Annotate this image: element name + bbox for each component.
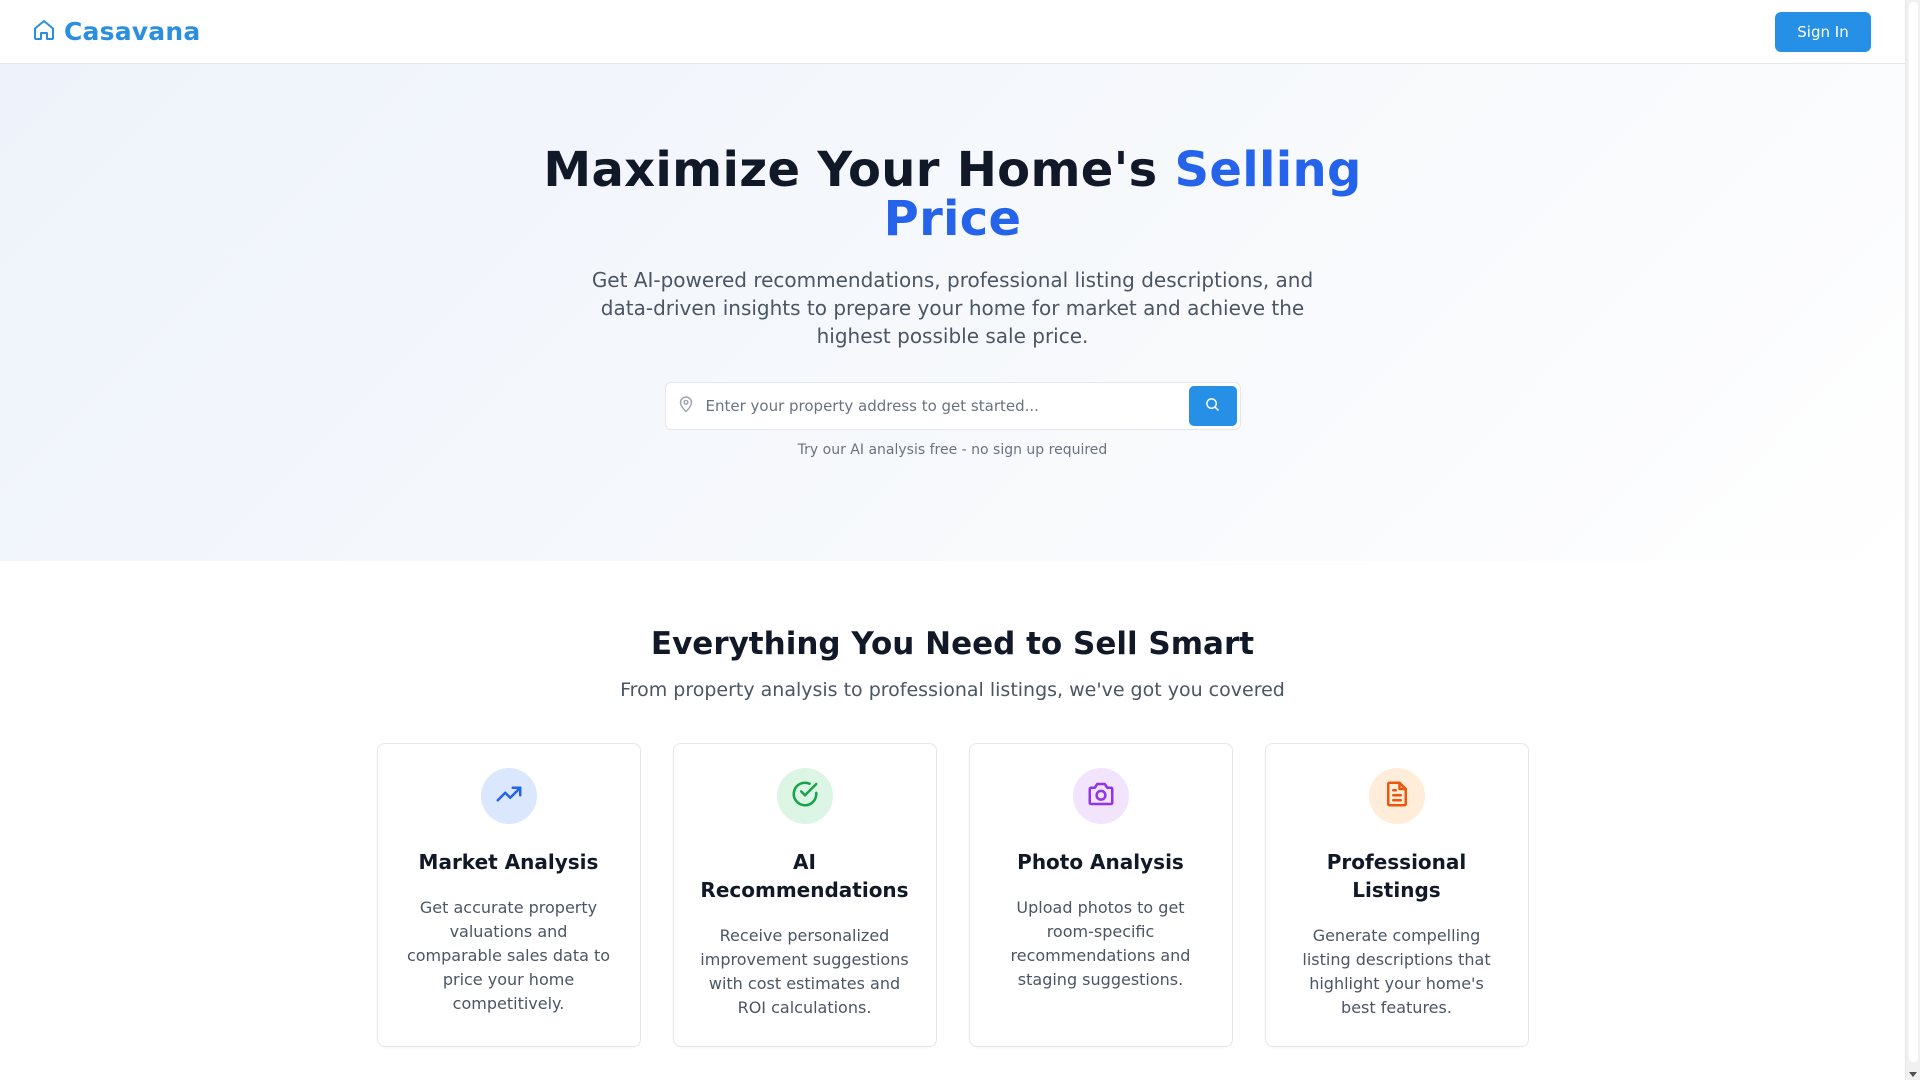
features-heading: Everything You Need to Sell Smart	[650, 626, 1255, 662]
sign-in-button[interactable]: Sign In	[1775, 11, 1871, 52]
features-section: Everything You Need to Sell Smart From p…	[0, 561, 1905, 1047]
page: Casavana Sign In Maximize Your Home's Se…	[0, 0, 1905, 1080]
feature-card-ai-recommendations: AI Recommendations Receive personalized …	[672, 743, 937, 1047]
feature-title: Photo Analysis	[1017, 850, 1184, 874]
feature-title: Professional Listings	[1326, 850, 1467, 902]
free-trial-hint: Try our AI analysis free - no sign up re…	[797, 442, 1108, 458]
feature-icon-bg	[480, 768, 537, 824]
hero-section: Maximize Your Home's Selling Price Get A…	[0, 64, 1905, 561]
camera-icon	[1086, 779, 1116, 813]
feature-card-photo-analysis: Photo Analysis Upload photos to get room…	[968, 743, 1233, 1047]
address-input[interactable]	[665, 383, 1166, 429]
hero-subtitle: Get AI-powered recommendations, professi…	[591, 268, 1314, 348]
feature-icon-bg	[1368, 768, 1425, 824]
feature-icon-bg	[776, 768, 833, 824]
feature-card-market-analysis: Market Analysis Get accurate property va…	[376, 743, 641, 1047]
feature-description: Receive personalized improvement suggest…	[700, 926, 909, 1017]
page-scrollbar[interactable]	[1905, 0, 1920, 1080]
feature-description: Generate compelling listing descriptions…	[1302, 926, 1491, 1017]
trending-up-icon	[494, 779, 524, 813]
top-nav: Casavana Sign In	[0, 0, 1905, 64]
feature-icon-bg	[1072, 768, 1129, 824]
feature-description: Upload photos to get room-specific recom…	[1010, 898, 1191, 989]
document-icon	[1382, 779, 1412, 813]
search-icon	[1205, 397, 1220, 415]
check-circle-icon	[790, 779, 820, 813]
hero-title: Maximize Your Home's Selling Price	[533, 146, 1373, 244]
address-search	[664, 382, 1241, 430]
brand-logo[interactable]: Casavana	[32, 17, 200, 46]
scroll-down-arrow-icon[interactable]	[1909, 1072, 1917, 1077]
feature-cards: Market Analysis Get accurate property va…	[0, 743, 1905, 1047]
brand-name: Casavana	[64, 17, 201, 46]
feature-description: Get accurate property valuations and com…	[406, 898, 611, 1013]
map-pin-icon	[678, 395, 694, 413]
hero-title-main: Maximize Your Home's	[543, 142, 1158, 198]
features-lead: From property analysis to professional l…	[620, 679, 1285, 701]
home-icon	[32, 18, 56, 46]
scrollbar-thumb[interactable]	[1909, 2, 1918, 1062]
feature-card-professional-listings: Professional Listings Generate compellin…	[1264, 743, 1529, 1047]
feature-title: Market Analysis	[418, 850, 599, 874]
search-button[interactable]	[1188, 386, 1237, 426]
feature-title: AI Recommendations	[700, 850, 909, 902]
